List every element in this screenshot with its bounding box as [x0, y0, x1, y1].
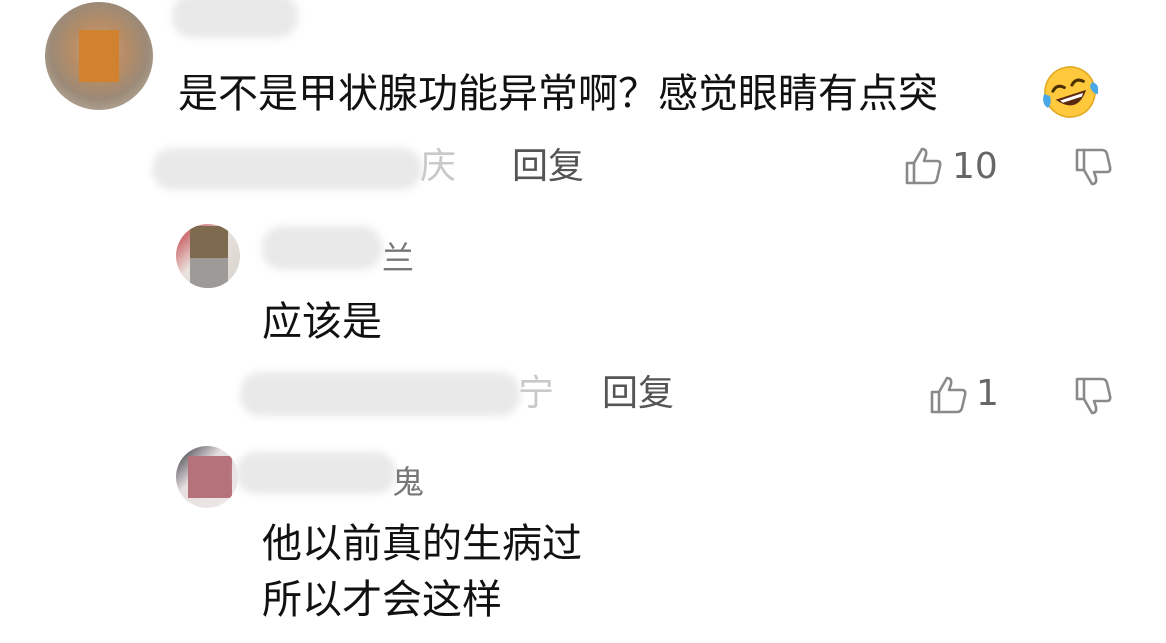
thumbs-up-icon[interactable] [903, 145, 945, 187]
reply-button[interactable]: 回复 [602, 372, 674, 416]
thumbs-down-icon[interactable] [1073, 375, 1115, 417]
avatar[interactable] [45, 2, 153, 110]
comment-text: 是不是甲状腺功能异常啊？感觉眼睛有点突 [178, 71, 938, 117]
username-text[interactable]: 兰 [382, 238, 414, 278]
location-text: 庆 [420, 146, 457, 187]
thumbs-down-icon[interactable] [1073, 146, 1115, 188]
comment-text-line: 所以才会这样 [262, 577, 502, 623]
comment-text-line: 他以前真的生病过 [262, 521, 582, 567]
username-blurred[interactable] [236, 452, 396, 494]
timestamp-location-blurred [240, 372, 520, 416]
avatar[interactable] [176, 224, 240, 288]
reply-button[interactable]: 回复 [512, 145, 584, 189]
username-blurred[interactable] [262, 226, 382, 270]
timestamp-location-blurred [152, 148, 422, 190]
avatar[interactable] [176, 446, 238, 508]
location-text: 宁 [518, 373, 555, 414]
username-text[interactable]: 鬼 [392, 462, 424, 502]
like-count: 1 [976, 373, 999, 414]
thumbs-up-icon[interactable] [928, 374, 970, 416]
comment-text: 应该是 [262, 299, 382, 345]
like-count: 10 [952, 146, 998, 187]
username-blurred[interactable] [172, 0, 298, 38]
laughing-crying-emoji [1042, 64, 1099, 120]
